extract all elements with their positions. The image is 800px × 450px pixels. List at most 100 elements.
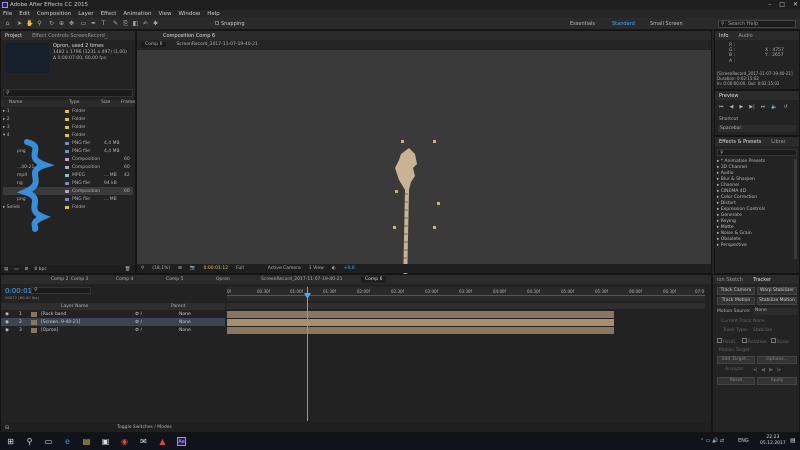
menu-file[interactable]: File [3, 11, 12, 17]
list-item[interactable]: ▸ 3 Folder [3, 123, 133, 131]
rotate-tool-icon[interactable]: ↻ [48, 20, 55, 27]
list-item[interactable]: ▸ 1 Folder [3, 107, 133, 115]
timeline-tab[interactable]: ScreenRecord_2017-11-07-19-40-21 [261, 277, 342, 282]
maximize-icon[interactable]: □ [779, 1, 785, 8]
scale-checkbox[interactable]: Scale [770, 338, 789, 345]
timeline-tab[interactable]: Comp 4 [116, 277, 133, 282]
visibility-eye-icon[interactable]: ◉ [5, 320, 19, 325]
stabilize-motion-button[interactable]: Stabilize Motion [757, 297, 797, 305]
magnify-icon[interactable]: ⚲ [141, 266, 144, 271]
after-effects-icon[interactable]: Ae [177, 437, 186, 446]
visibility-eye-icon[interactable]: ◉ [5, 312, 19, 317]
menu-window[interactable]: Window [179, 11, 201, 17]
work-area-bar[interactable] [227, 303, 705, 309]
timeline-tab[interactable]: Opron [216, 277, 230, 282]
pen-tool-icon[interactable]: ✒ [90, 20, 97, 27]
bounding-handle[interactable] [433, 226, 436, 229]
layer-row[interactable]: ◉ 3 [Opron] ⚙ / None [1, 326, 225, 334]
col-size[interactable]: Size [101, 100, 110, 105]
position-checkbox[interactable]: Positi.. [717, 338, 738, 345]
snapping-checkbox[interactable] [215, 21, 219, 25]
effects-search-input[interactable]: ⚲ [717, 149, 797, 156]
rotation-checkbox[interactable]: Rotation [741, 338, 767, 345]
layer-label-color[interactable] [31, 311, 37, 317]
roto-brush-icon[interactable]: ✍ [142, 20, 149, 27]
current-track-dropdown[interactable]: None [753, 319, 765, 324]
label-color[interactable] [65, 109, 69, 113]
next-frame-icon[interactable]: ▶| [749, 104, 755, 110]
label-color[interactable] [65, 181, 69, 185]
options-button[interactable]: Options... [757, 356, 797, 364]
project-search-input[interactable]: ⚲ [3, 89, 133, 97]
timeline-tab[interactable]: Comp 2 [51, 277, 68, 282]
selection-tool-icon[interactable]: ➤ [16, 20, 23, 27]
bounding-handle[interactable] [395, 190, 398, 193]
warp-stabilizer-button[interactable]: Warp Stabilizer [757, 287, 797, 295]
apply-button[interactable]: Apply [757, 377, 797, 385]
layer-label-color[interactable] [31, 319, 37, 325]
layer-parent[interactable]: None [179, 328, 191, 333]
effects-scrollbar[interactable] [794, 159, 797, 259]
layer-switches[interactable]: ⚙ / [135, 320, 179, 325]
tab-libraries[interactable]: Librar [771, 139, 786, 145]
workspace-small-screen[interactable]: Small Screen [650, 21, 683, 27]
search-icon[interactable]: ⚲ [25, 437, 34, 446]
close-icon[interactable]: ✕ [793, 1, 798, 8]
bounding-handle[interactable] [401, 140, 404, 143]
current-time-indicator[interactable] [307, 287, 308, 421]
camera-snapshot-icon[interactable]: 📷 [190, 266, 196, 271]
tab-effect-controls[interactable]: Effect Controls ScreenRecord_ [32, 33, 107, 39]
layer-row[interactable]: ◉ 1 [Rock band ⚙ / None [1, 310, 225, 318]
label-color[interactable] [65, 141, 69, 145]
prev-frame-icon[interactable]: ◀ [730, 104, 734, 110]
home-icon[interactable]: ⌂ [4, 20, 11, 27]
new-comp-icon[interactable]: ⊞ [25, 267, 29, 272]
menu-view[interactable]: View [158, 11, 171, 17]
mail-icon[interactable]: ✉ [139, 437, 148, 446]
last-frame-icon[interactable]: ⏭ [761, 104, 766, 110]
rectangle-tool-icon[interactable]: ▭ [80, 20, 87, 27]
label-color[interactable] [65, 117, 69, 121]
col-parent[interactable]: Parent [171, 304, 185, 309]
time-ruler[interactable]: 0f 00:30f 01:00f 01:30f 02:00f 02:30f 03… [227, 287, 705, 301]
tab-audio[interactable]: Audio [738, 33, 752, 39]
layer-duration-bar[interactable] [227, 327, 614, 334]
grid-icon[interactable]: ⊞ [178, 266, 182, 271]
list-item[interactable]: ▸ 2 Folder [3, 115, 133, 123]
layer-duration-bar[interactable] [227, 319, 614, 326]
reset-exposure-icon[interactable]: ◐ [332, 266, 336, 271]
task-view-icon[interactable]: ▭ [44, 437, 53, 446]
hand-tool-icon[interactable]: ✋ [26, 20, 33, 27]
comp-tab-screenrecord[interactable]: ScreenRecord_2017-11-07-19-40-21 [176, 42, 257, 47]
tab-motion-sketch[interactable]: ion Sketch [717, 277, 743, 283]
file-explorer-icon[interactable]: ▤ [82, 437, 91, 446]
store-icon[interactable]: ▣ [101, 437, 110, 446]
views-dropdown[interactable]: 1 View [309, 266, 324, 271]
menu-help[interactable]: Help [207, 11, 220, 17]
eraser-tool-icon[interactable]: ◧ [132, 20, 139, 27]
menu-effect[interactable]: Effect [101, 11, 117, 17]
edge-icon[interactable]: e [63, 437, 72, 446]
analyze-back-frame-icon[interactable]: ◂| [753, 367, 757, 373]
tab-info[interactable]: Info [719, 33, 728, 39]
camera-tool-icon[interactable]: ⊕ [58, 20, 65, 27]
comp-flowchart-icon[interactable]: ⊟ [5, 425, 9, 431]
tab-project[interactable]: Project [5, 33, 22, 39]
composition-canvas[interactable] [137, 50, 711, 286]
new-folder-icon[interactable]: ▭ [14, 267, 18, 272]
menu-animation[interactable]: Animation [123, 11, 151, 17]
mute-icon[interactable]: 🔈 [771, 104, 777, 110]
shortcut-dropdown[interactable]: Spacebar [718, 125, 796, 132]
timeline-tab[interactable]: Comp 3 [71, 277, 88, 282]
chrome-icon[interactable]: ◉ [120, 437, 129, 446]
exposure-value[interactable]: +0,0 [344, 266, 355, 271]
first-frame-icon[interactable]: ⏮ [719, 104, 724, 110]
tab-tracker[interactable]: Tracker [753, 277, 771, 283]
workspace-essentials[interactable]: Essentials [570, 21, 595, 27]
bounding-handle[interactable] [393, 226, 396, 229]
brush-tool-icon[interactable]: ✎ [112, 20, 119, 27]
analyze-backward-icon[interactable]: ◀ [761, 367, 765, 373]
analyze-forward-frame-icon[interactable]: |▸ [777, 367, 781, 373]
track-motion-button[interactable]: Track Motion [717, 297, 755, 305]
menu-composition[interactable]: Composition [37, 11, 71, 17]
